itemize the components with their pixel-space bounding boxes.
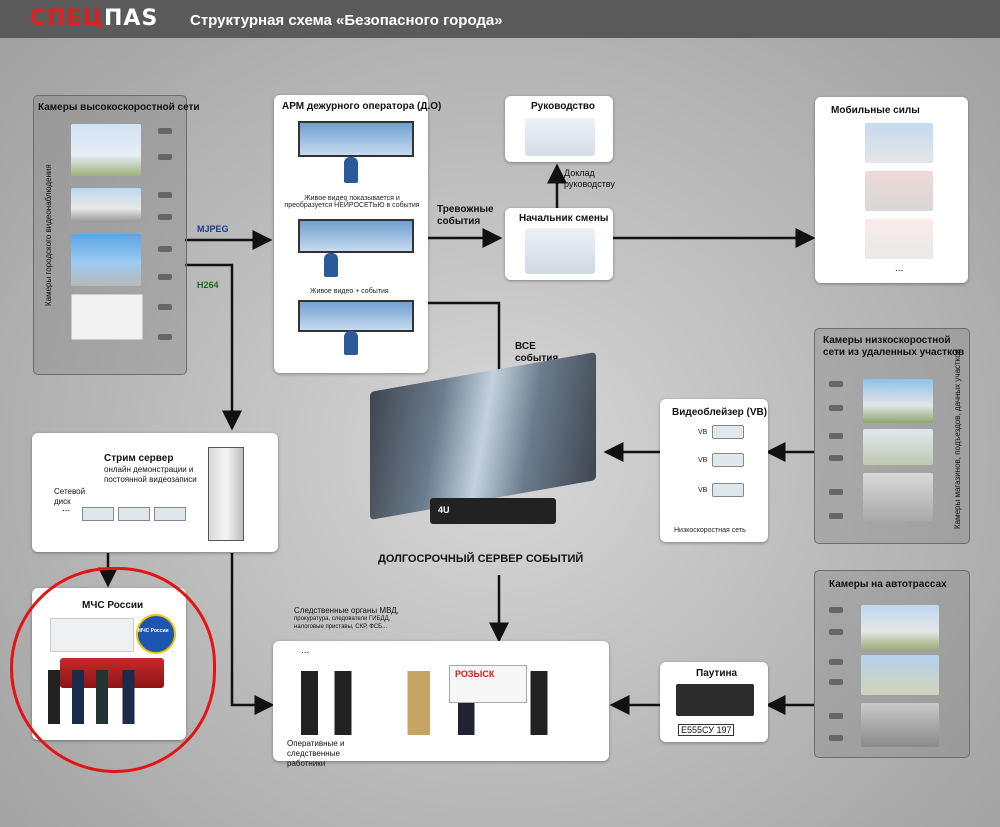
camera-view-house [863,379,933,423]
camera-icon [829,513,843,519]
camera-icon [158,192,172,198]
mobile-forces-more: ... [895,263,904,274]
camera-view-elevator [863,473,933,521]
operator-workstation-title: АРМ дежурного оператора (Д.О) [282,101,442,112]
camera-view-highway [861,605,939,649]
camera-view-buildings [71,234,141,286]
camera-icon [158,214,172,220]
monitor-wall-3 [298,300,414,332]
camera-view-intersection [861,703,939,747]
camera-icon [829,489,843,495]
disk-device-icon [154,507,186,521]
operator-figure-1 [344,157,358,183]
low-speed-network-label: Низкоскоростная сеть [674,527,746,534]
stream-server-box: Стрим сервер онлайн демонстрации и посто… [32,433,278,552]
camera-view-intruder [863,429,933,465]
license-plate: Е555СУ 197 [678,724,735,736]
camera-icon [829,455,843,461]
investigation-bodies-label-3: налоговые приставы, СКР, ФСБ... [294,624,388,630]
shift-chief-title: Начальник смены [519,213,609,224]
videoblazer-box: Видеоблейзер (VB) VB VB VB Низкоскоростн… [660,399,768,542]
high-speed-cameras-title: Камеры высокоскоростной сети [38,102,200,113]
mobile-forces-title: Мобильные силы [831,105,920,116]
pautina-box: Паутина Е555СУ 197 [660,662,768,742]
camera-icon [829,433,843,439]
stream-server-title: Стрим сервер [104,453,174,464]
field-investigators-label: Оперативные и следственные работники [287,739,345,768]
high-speed-cameras-panel: Камеры высокоскоростной сети Камеры горо… [33,95,200,375]
camera-icon [158,274,172,280]
pautina-device-image [676,684,754,716]
camera-view-people [71,188,141,222]
operator-caption-1: Живое видео показывается и преобразуется… [284,195,420,209]
videoblazer-title: Видеоблейзер (VB) [672,407,768,418]
operator-workstation-box: АРМ дежурного оператора (Д.О) Живое виде… [274,95,441,373]
vb-item-label: VB [698,429,708,436]
investigation-bodies-label-2: прокуратура, следователи ГИБДД, [294,616,391,622]
vb-device-icon [712,425,744,439]
operator-caption-2: Живое видео + события [310,288,389,295]
manager-at-desk-image [525,118,595,156]
investigators-group-image [301,671,581,735]
highway-cameras-panel: Камеры на автотрассах [814,570,970,758]
camera-icon [158,334,172,340]
h264-label: H264 [197,280,219,290]
event-server-badge: 4U [438,505,450,515]
alarm-events-label: Тревожные события [437,204,494,227]
vb-item-label: VB [698,457,708,464]
camera-icon [158,246,172,252]
shift-chief-image [525,228,595,274]
investigators-box: ... РОЗЫСК Оперативные и следственные ра… [273,641,609,768]
vb-item-label: VB [698,487,708,494]
camera-view-road-barrier [861,655,939,695]
management-box: Руководство [505,96,613,162]
camera-view-street [71,124,141,176]
disk-device-icon [118,507,150,521]
operator-figure-3 [344,331,358,355]
mobile-phone-image [865,171,933,211]
investigators-dots: ... [301,645,310,656]
camera-icon [829,607,843,613]
camera-view-building-sketch [71,294,143,340]
camera-icon [829,679,843,685]
mchs-highlight-circle [10,567,216,773]
camera-icon [158,128,172,134]
report-label: Доклад руководству [564,168,615,189]
tablet-image [865,219,933,259]
mobile-officer-image [865,123,933,163]
stream-dots: ... [62,503,71,514]
management-title: Руководство [531,101,596,112]
vb-device-icon [712,483,744,497]
stream-server-description: онлайн демонстрации и постоянной видеоза… [104,465,197,484]
shift-chief-box: Начальник смены [505,208,613,280]
highway-cameras-title: Камеры на автотрассах [829,579,947,590]
camera-icon [829,405,843,411]
camera-icon [829,381,843,387]
server-rack-icon [208,447,244,541]
vb-device-icon [712,453,744,467]
mobile-forces-box: Мобильные силы ... [815,97,968,283]
camera-icon [829,659,843,665]
wanted-label: РОЗЫСК [455,669,495,679]
investigation-bodies-label: Следственные органы МВД, [294,606,399,615]
camera-icon [829,735,843,741]
monitor-wall-1 [298,121,414,157]
camera-icon [158,154,172,160]
mjpeg-label: MJPEG [197,224,229,234]
camera-icon [158,304,172,310]
pautina-title: Паутина [696,668,738,679]
low-speed-cameras-title: Камеры низкоскоростной сети из удаленных… [823,335,965,358]
camera-icon [829,713,843,719]
disk-device-icon [82,507,114,521]
shops-cameras-vertical-label: Камеры магазинов, подъездов, дачных учас… [953,349,962,529]
operator-figure-2 [324,253,338,277]
city-cameras-vertical-label: Камеры городского видеонаблюдения [44,164,53,306]
long-term-event-server-label: ДОЛГОСРОЧНЫЙ СЕРВЕР СОБЫТИЙ [378,553,584,565]
camera-icon [829,629,843,635]
low-speed-cameras-panel: Камеры низкоскоростной сети из удаленных… [814,328,970,544]
monitor-wall-2 [298,219,414,253]
